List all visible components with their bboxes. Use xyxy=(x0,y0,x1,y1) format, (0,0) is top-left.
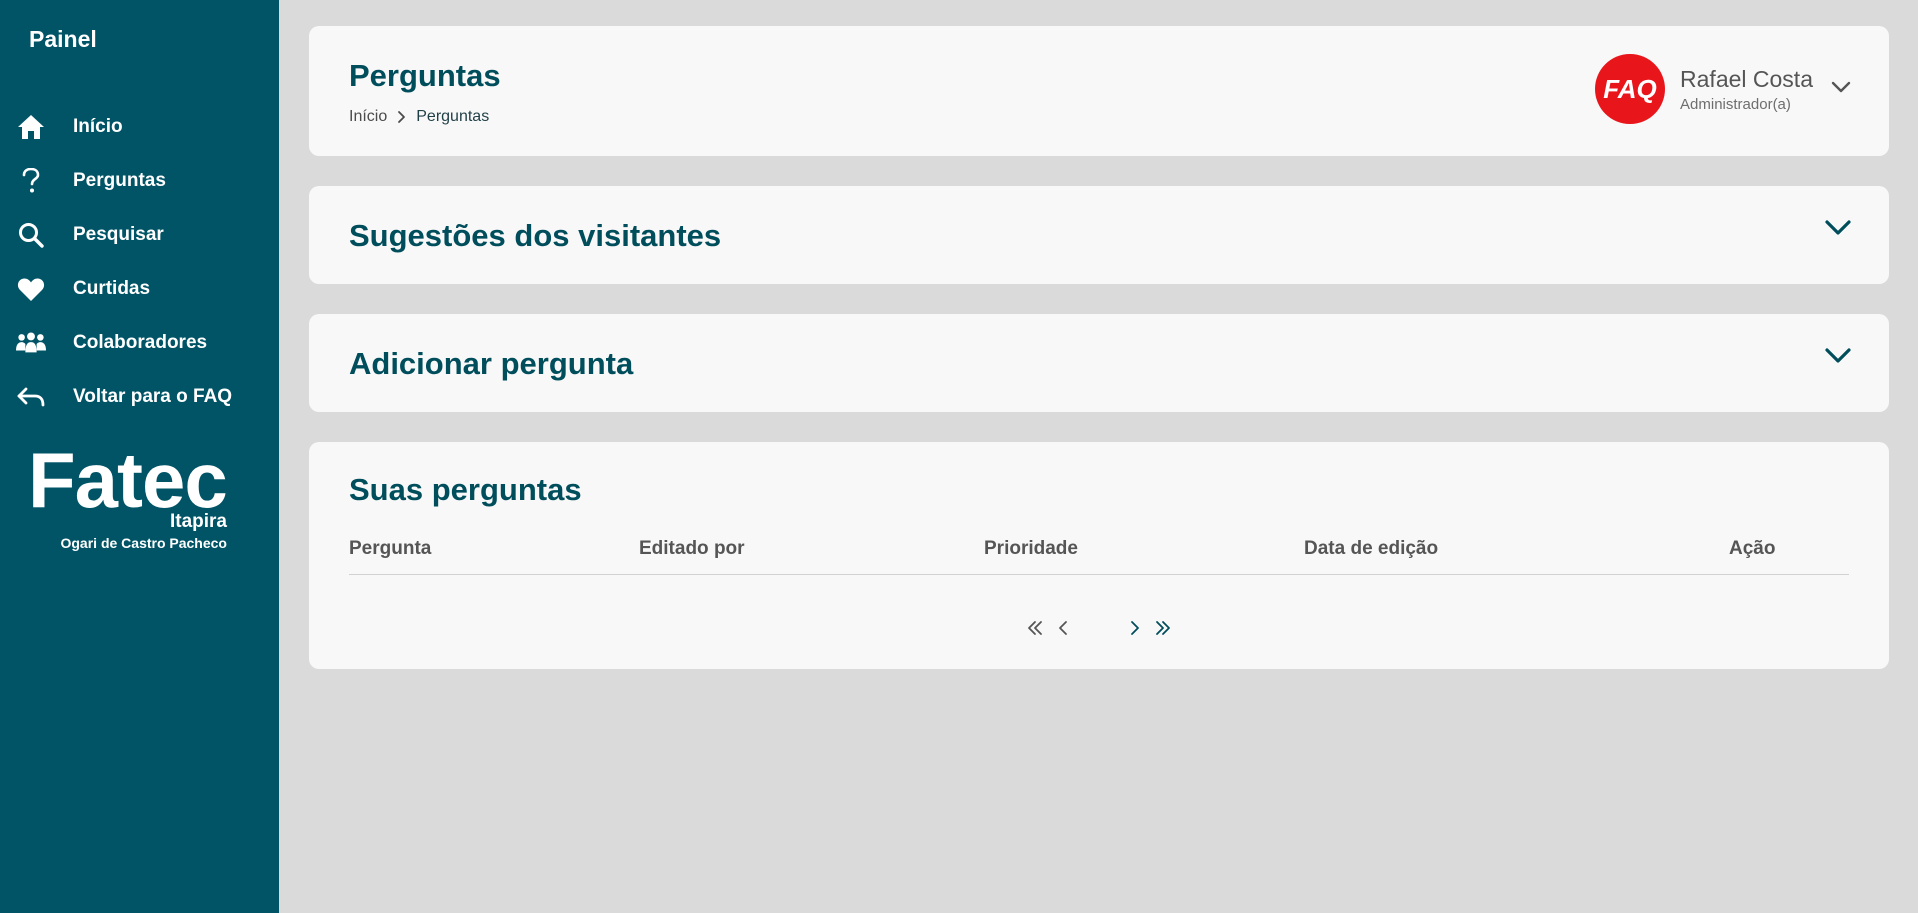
sidebar-item-label: Pesquisar xyxy=(73,224,164,245)
sidebar-title: Painel xyxy=(29,26,97,52)
next-page-icon[interactable] xyxy=(1121,616,1149,640)
user-role: Administrador(a) xyxy=(1680,95,1791,113)
sidebar-item-curtidas[interactable]: Curtidas xyxy=(0,262,279,316)
logo-main-text: Fatec xyxy=(28,436,228,524)
questions-card: Suas perguntas Pergunta Editado por Prio… xyxy=(309,442,1889,669)
column-header-pergunta: Pergunta xyxy=(349,538,432,559)
suggestions-title: Sugestões dos visitantes xyxy=(349,218,722,253)
users-icon xyxy=(16,328,46,358)
heart-icon xyxy=(16,274,46,304)
sidebar-item-colaboradores[interactable]: Colaboradores xyxy=(0,316,279,370)
breadcrumb-link-inicio[interactable]: Início xyxy=(349,108,387,126)
back-arrow-icon xyxy=(16,382,46,412)
user-info: Rafael Costa Administrador(a) xyxy=(1680,66,1813,113)
previous-page-icon[interactable] xyxy=(1049,616,1077,640)
sidebar-item-label: Perguntas xyxy=(73,170,166,191)
logo-subtitle-text: Ogari de Castro Pacheco xyxy=(60,535,227,551)
chevron-down-icon xyxy=(1825,220,1851,241)
suggestions-accordion[interactable]: Sugestões dos visitantes xyxy=(309,186,1889,284)
search-icon xyxy=(16,220,46,250)
table-header: Pergunta Editado por Prioridade Data de … xyxy=(349,538,1849,575)
avatar-text: FAQ xyxy=(1603,73,1657,104)
sidebar-item-pesquisar[interactable]: Pesquisar xyxy=(0,208,279,262)
fatec-logo: Fatec Itapira Ogari de Castro Pacheco xyxy=(28,440,228,555)
chevron-right-icon xyxy=(397,110,406,124)
sidebar: Painel Início Perguntas Pesquisar Curtid… xyxy=(0,0,279,913)
sidebar-item-perguntas[interactable]: Perguntas xyxy=(0,154,279,208)
sidebar-item-label: Colaboradores xyxy=(73,332,208,353)
column-header-editado-por: Editado por xyxy=(639,538,745,559)
user-name: Rafael Costa xyxy=(1680,65,1813,92)
pagination xyxy=(309,616,1889,640)
home-icon xyxy=(16,112,46,142)
column-header-prioridade: Prioridade xyxy=(984,538,1078,559)
user-menu[interactable]: FAQ Rafael Costa Administrador(a) xyxy=(1595,54,1851,124)
sidebar-item-label: Início xyxy=(73,116,123,137)
last-page-icon[interactable] xyxy=(1149,616,1177,640)
chevron-down-icon xyxy=(1825,348,1851,369)
column-header-acao: Ação xyxy=(1729,538,1776,559)
first-page-icon[interactable] xyxy=(1021,616,1049,640)
chevron-down-icon xyxy=(1831,80,1851,98)
sidebar-item-label: Voltar para o FAQ xyxy=(73,386,233,407)
sidebar-nav: Início Perguntas Pesquisar Curtidas Cola… xyxy=(0,100,279,424)
avatar: FAQ xyxy=(1595,54,1666,124)
sidebar-item-label: Curtidas xyxy=(73,278,151,299)
add-question-accordion[interactable]: Adicionar pergunta xyxy=(309,314,1889,412)
logo-city-text: Itapira xyxy=(169,511,227,532)
sidebar-item-inicio[interactable]: Início xyxy=(0,100,279,154)
page-header: Perguntas Início Perguntas FAQ Rafael Co… xyxy=(309,26,1889,156)
breadcrumb-current: Perguntas xyxy=(416,108,490,125)
questions-table-title: Suas perguntas xyxy=(349,472,582,507)
page-title: Perguntas xyxy=(349,58,501,93)
sidebar-item-voltar-faq[interactable]: Voltar para o FAQ xyxy=(0,370,279,424)
question-icon xyxy=(16,166,46,196)
add-question-title: Adicionar pergunta xyxy=(349,346,634,381)
breadcrumb: Início Perguntas xyxy=(349,108,489,126)
column-header-data-edicao: Data de edição xyxy=(1304,538,1439,559)
